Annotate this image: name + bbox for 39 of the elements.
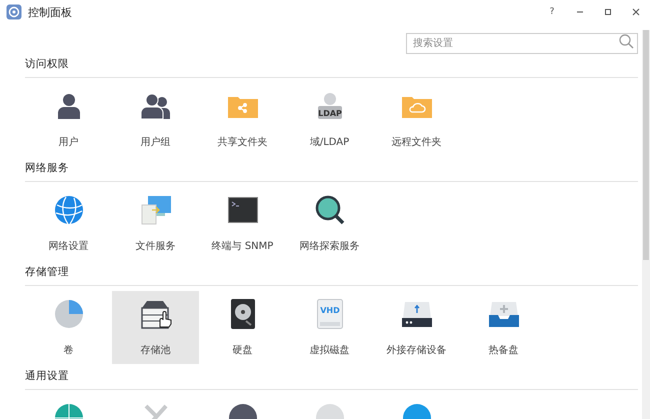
control-panel-item[interactable]: 外接存储设备 [373,291,460,364]
app-logo-icon [6,4,22,20]
control-panel-item[interactable]: 用户 [25,83,112,156]
control-panel-item[interactable]: 网络探索服务 [286,187,373,260]
control-panel-item[interactable]: 卷 [25,291,112,364]
close-icon [632,8,640,16]
search-field[interactable]: 搜索设置 [406,33,638,54]
control-panel-item[interactable]: 文件服务 [112,187,199,260]
section-title: 网络服务 [25,161,69,175]
maximize-icon [604,8,612,16]
help-button[interactable]: ? [538,3,566,21]
spare-disk-icon [488,300,520,328]
control-panel-item[interactable]: 网络设置 [25,187,112,260]
scrollbar[interactable] [642,30,650,419]
control-panel-item[interactable]: 硬盘 [199,291,286,364]
control-panel-item[interactable]: 终端与 SNMP [199,187,286,260]
cloud-folder-icon [402,94,432,118]
search-icon [314,195,344,225]
pie-chart-icon [54,299,84,329]
share-folder-icon [228,94,258,118]
user-icon [56,93,80,119]
control-panel-item[interactable]: LDAP 域/LDAP [286,83,373,156]
control-panel-item[interactable]: 用户组 [112,83,199,156]
control-panel-item[interactable]: 存储池 [112,291,199,364]
section-title: 访问权限 [25,57,69,71]
control-panel-item[interactable]: 热备盘 [460,291,547,364]
terminal-icon [228,197,258,223]
file-server-icon [140,195,172,225]
external-drive-icon [400,300,432,328]
section-title: 通用设置 [25,369,69,383]
globe-icon [54,195,84,225]
user-group-icon [140,93,170,119]
window-title: 控制面板 [28,4,72,20]
search-icon [619,34,634,49]
section-title: 存储管理 [25,265,69,279]
control-panel-item[interactable]: VHD 虚拟磁盘 [286,291,373,364]
storage-pool-icon [140,299,172,329]
control-panel-item[interactable]: 远程文件夹 [373,83,460,156]
control-panel-item[interactable]: 共享文件夹 [199,83,286,156]
